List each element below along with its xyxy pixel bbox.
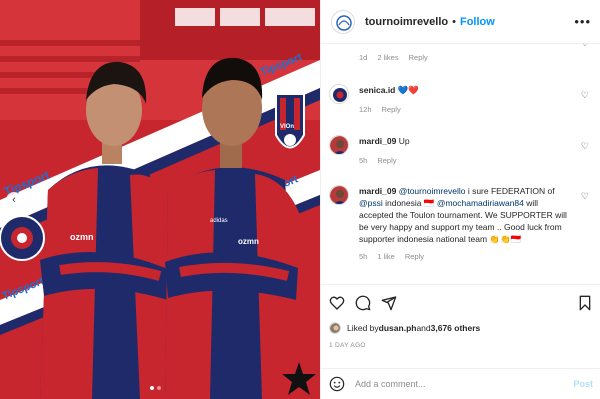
mention-link[interactable]: @tournoimrevello xyxy=(399,186,466,196)
comment-username[interactable]: mardi_09 xyxy=(359,136,396,146)
more-icon[interactable]: ••• xyxy=(574,14,591,29)
post-comment-button[interactable]: Post xyxy=(573,379,593,389)
likes-user[interactable]: dusan.ph xyxy=(379,323,417,333)
likes-and: and xyxy=(416,323,431,333)
reply-button[interactable]: Reply xyxy=(409,52,428,64)
comment-meta: 5h Reply xyxy=(359,155,569,167)
avatar-photo-icon xyxy=(330,186,348,204)
likes-summary: Liked by dusan.ph and 3,676 others xyxy=(329,322,480,334)
share-icon[interactable] xyxy=(381,295,397,311)
emoji-icon[interactable] xyxy=(329,376,345,392)
post-header: tournoimrevello • Follow ••• xyxy=(321,0,600,44)
carousel-dot xyxy=(150,386,154,390)
comment-text-clipped xyxy=(359,44,569,48)
comment-item: mardi_09 @tournoimrevello i sure FEDERAT… xyxy=(329,185,593,263)
comment-likes[interactable]: 1 like xyxy=(377,251,395,263)
post-username[interactable]: tournoimrevello xyxy=(365,16,448,28)
comment-likes[interactable]: 2 likes xyxy=(377,52,398,64)
comment-item: 1d 2 likes Reply ♡ xyxy=(329,44,593,64)
comment-text: i sure FEDERATION of xyxy=(465,186,555,196)
carousel-dot xyxy=(157,386,161,390)
comment-username[interactable]: senica.id xyxy=(359,85,395,95)
previous-image-icon[interactable]: ‹ xyxy=(6,192,22,208)
kit-brand: adidas xyxy=(210,218,228,224)
comment-icon[interactable] xyxy=(355,295,371,311)
post-photo: Tipsport Tipsport Tipsport Tipsport VIOn xyxy=(0,0,320,399)
separator: • xyxy=(452,15,456,28)
post-date[interactable]: 1 DAY AGO xyxy=(329,342,366,349)
club-crest-right: VIOn xyxy=(275,93,305,149)
likes-prefix: Liked by xyxy=(347,323,379,333)
reply-button[interactable]: Reply xyxy=(382,104,401,116)
comment-item: senica.id 💙❤️ 12h Reply ♡ xyxy=(329,84,593,116)
comment-text: Up xyxy=(398,136,410,146)
club-crest-left xyxy=(0,215,45,261)
carousel-dots xyxy=(150,386,161,390)
comments-panel: tournoimrevello • Follow ••• 1d 2 likes … xyxy=(320,0,600,399)
add-comment-input[interactable] xyxy=(355,379,555,389)
like-comment-heart-icon[interactable]: ♡ xyxy=(581,90,589,101)
avatar-crest-icon xyxy=(331,86,348,103)
comment-time: 5h xyxy=(359,252,368,261)
post-media[interactable]: Tipsport Tipsport Tipsport Tipsport VIOn xyxy=(0,0,320,399)
follow-button[interactable]: Follow xyxy=(460,16,495,28)
comment-text: indonesia 🇮🇩 xyxy=(382,198,437,208)
avatar[interactable] xyxy=(329,185,349,205)
crest-text: VIOn xyxy=(280,124,294,130)
bookmark-icon[interactable] xyxy=(577,295,593,311)
shirt-sponsor-left: ozmn xyxy=(70,232,94,242)
comment-username[interactable]: mardi_09 xyxy=(359,186,396,196)
reply-button[interactable]: Reply xyxy=(377,155,396,167)
comment-meta: 5h 1 like Reply xyxy=(359,251,569,263)
shirt-sponsor-right: ozmn xyxy=(238,237,259,246)
avatar[interactable] xyxy=(329,84,349,104)
comment-body: 1d 2 likes Reply xyxy=(359,44,569,64)
comment-body: senica.id 💙❤️ 12h Reply xyxy=(359,84,569,116)
comment-meta: 1d 2 likes Reply xyxy=(359,52,569,64)
post-actions xyxy=(321,284,600,320)
mention-link[interactable]: @mochamadiriawan84 xyxy=(437,198,524,208)
comment-time: 1d xyxy=(359,53,368,62)
comments-list: 1d 2 likes Reply ♡ senica.id 💙❤️ 1 xyxy=(321,44,600,284)
comment-time: 12h xyxy=(359,105,372,114)
comment-body: mardi_09 @tournoimrevello i sure FEDERAT… xyxy=(359,185,569,263)
comment-time: 5h xyxy=(359,156,368,165)
avatar[interactable] xyxy=(329,135,349,155)
likes-count[interactable]: 3,676 others xyxy=(431,323,481,333)
comment-item: mardi_09 Up 5h Reply ♡ xyxy=(329,135,593,167)
avatar-photo-icon xyxy=(330,136,348,154)
reply-button[interactable]: Reply xyxy=(405,251,424,263)
like-comment-heart-icon[interactable]: ♡ xyxy=(581,141,589,152)
avatar-logo-icon xyxy=(333,11,354,33)
comment-meta: 12h Reply xyxy=(359,104,569,116)
avatar[interactable] xyxy=(329,322,341,334)
heart-icon[interactable] xyxy=(329,295,345,311)
like-comment-heart-icon[interactable]: ♡ xyxy=(581,44,589,49)
comment-body: mardi_09 Up 5h Reply xyxy=(359,135,569,167)
mention-link[interactable]: @pssi xyxy=(359,198,383,208)
like-comment-heart-icon[interactable]: ♡ xyxy=(581,191,589,202)
avatar[interactable] xyxy=(331,9,355,34)
comment-text: 💙❤️ xyxy=(397,85,419,95)
avatar-photo-icon xyxy=(330,323,340,333)
add-comment-bar: Post xyxy=(321,368,600,399)
